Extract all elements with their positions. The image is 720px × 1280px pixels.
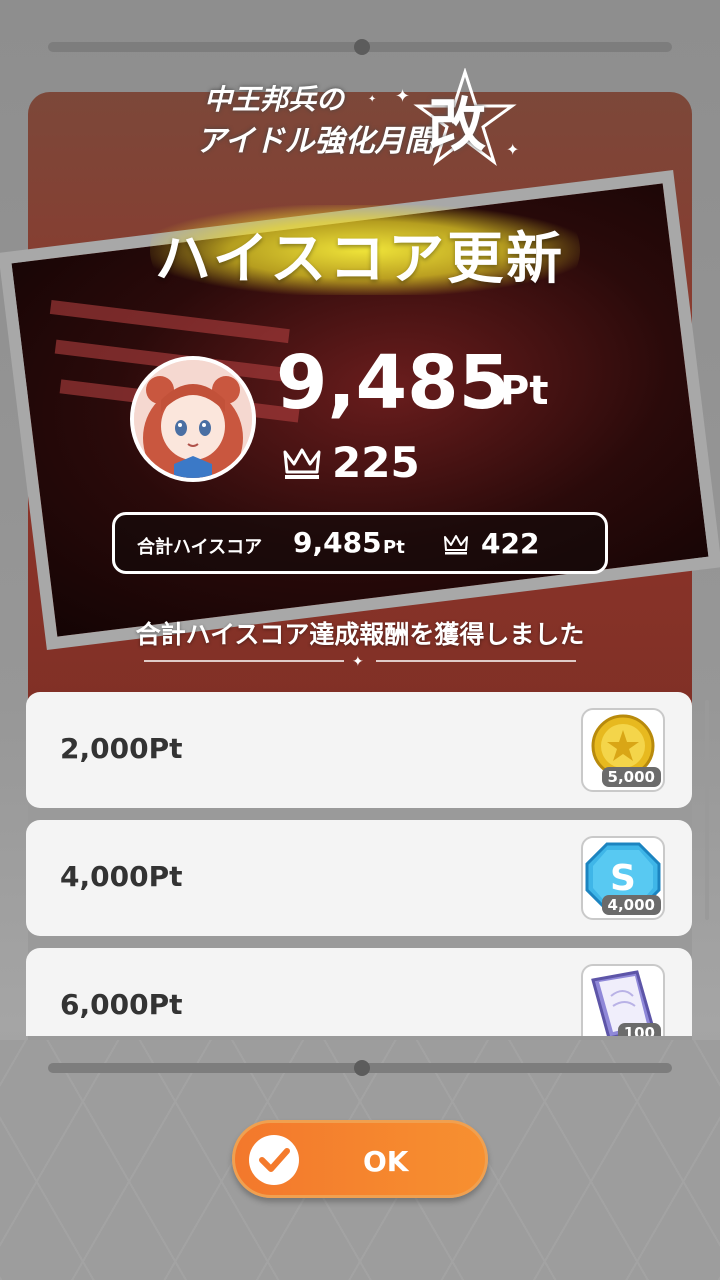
rewards-heading: 合計ハイスコア達成報酬を獲得しました bbox=[135, 620, 585, 649]
reward-row: 6,000Pt 100 bbox=[26, 948, 692, 1036]
blue-s-gem-icon[interactable]: S 4,000 bbox=[581, 836, 665, 920]
event-logo: 中王邦兵の アイドル強化月間 改 ✦ ✦ ✦ bbox=[190, 68, 530, 172]
check-icon bbox=[249, 1135, 299, 1185]
total-highscore-unit: Pt bbox=[383, 537, 405, 558]
total-rank-value: 422 bbox=[481, 527, 540, 560]
total-highscore-box: 合計ハイスコア 9,485 Pt 422 bbox=[112, 512, 608, 574]
total-highscore-value: 9,485 bbox=[293, 526, 382, 559]
divider-line bbox=[376, 660, 576, 662]
reward-row: 2,000Pt 5,000 bbox=[26, 692, 692, 808]
reward-row: 4,000Pt S 4,000 bbox=[26, 820, 692, 936]
gold-coin-icon[interactable]: 5,000 bbox=[581, 708, 665, 792]
sparkle-icon: ✦ bbox=[506, 140, 520, 159]
reward-quantity: 5,000 bbox=[601, 767, 661, 787]
divider-line bbox=[144, 660, 344, 662]
reward-threshold: 2,000Pt bbox=[60, 732, 183, 765]
score-unit: Pt bbox=[500, 368, 549, 414]
background-skip-text bbox=[515, 1150, 685, 1168]
reward-quantity: 100 bbox=[617, 1023, 661, 1036]
crown-icon bbox=[444, 535, 468, 555]
event-logo-line2: アイドル強化月間 bbox=[196, 124, 435, 159]
total-highscore-label: 合計ハイスコア bbox=[137, 537, 263, 558]
sparkle-icon: ✦ bbox=[368, 94, 377, 105]
event-logo-line1: 中王邦兵の bbox=[204, 83, 345, 116]
reward-threshold: 4,000Pt bbox=[60, 860, 183, 893]
background-progress-track-bottom bbox=[48, 1060, 672, 1076]
divider-sparkle-icon: ✦ bbox=[352, 654, 364, 670]
svg-text:S: S bbox=[610, 858, 636, 899]
reward-quantity: 4,000 bbox=[601, 895, 661, 915]
crown-icon bbox=[283, 448, 321, 479]
event-logo-badge: 改 bbox=[428, 91, 487, 159]
score-value: 9,485 bbox=[276, 340, 511, 426]
reward-list[interactable]: 2,000Pt 5,000 4,000Pt S 4,000 6,000Pt 10… bbox=[26, 692, 694, 1036]
rank-value: 225 bbox=[332, 438, 420, 487]
character-avatar bbox=[130, 356, 256, 482]
sparkle-icon: ✦ bbox=[395, 86, 411, 107]
reward-list-scrollbar[interactable] bbox=[705, 700, 709, 920]
ok-button[interactable]: OK bbox=[232, 1120, 488, 1198]
ok-button-label: OK bbox=[363, 1145, 409, 1178]
reward-threshold: 6,000Pt bbox=[60, 988, 183, 1021]
purple-book-icon[interactable]: 100 bbox=[581, 964, 665, 1036]
highscore-updated-title: ハイスコア更新 bbox=[154, 227, 566, 292]
background-progress-track bbox=[48, 39, 672, 55]
